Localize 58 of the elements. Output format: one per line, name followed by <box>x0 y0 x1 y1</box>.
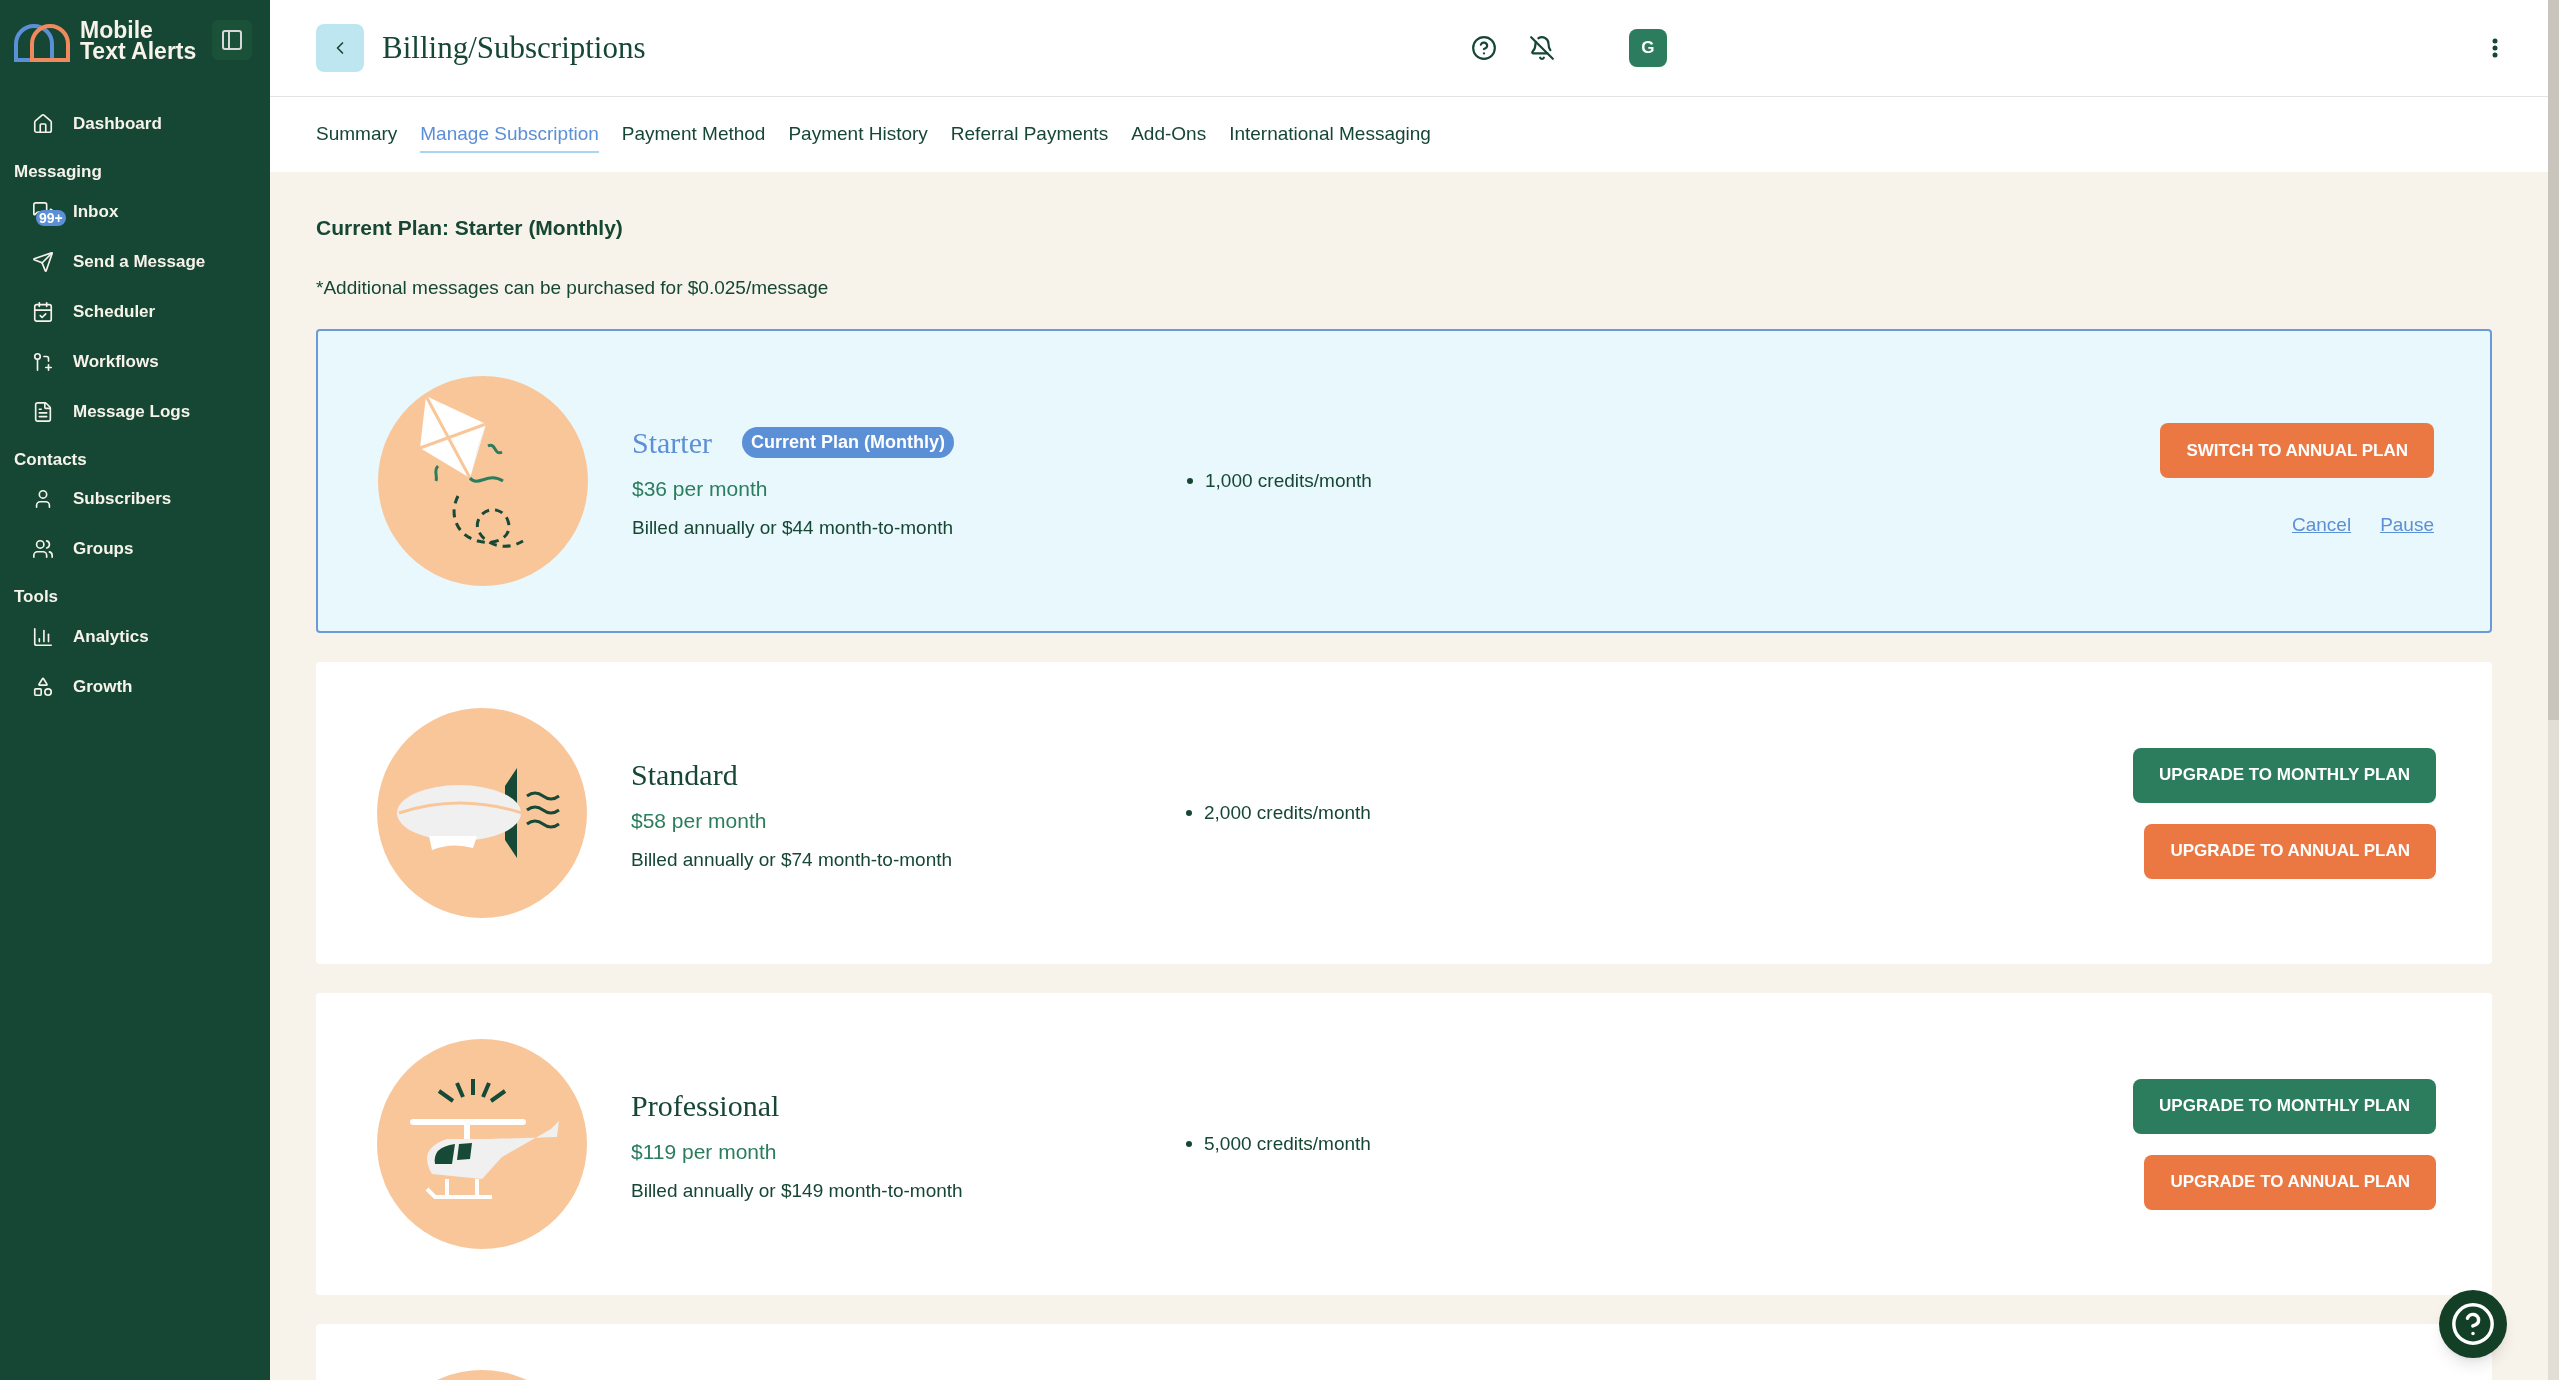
tab[interactable]: Add-Ons <box>1131 116 1207 153</box>
tab[interactable]: International Messaging <box>1229 116 1431 153</box>
sidebar-panel-icon <box>220 28 244 52</box>
plan-name: Starter <box>632 424 712 461</box>
sidebar-item[interactable]: 99+ Inbox <box>0 186 270 237</box>
sidebar-item[interactable]: Dashboard <box>0 99 270 149</box>
notifications-muted-button[interactable] <box>1528 35 1555 61</box>
shapes-icon <box>32 675 54 698</box>
sidebar-item[interactable]: Groups <box>0 524 270 574</box>
sidebar-item[interactable]: Subscribers <box>0 474 270 524</box>
tab[interactable]: Payment History <box>788 116 928 153</box>
section-heading: Messaging <box>13 161 103 183</box>
sidebar-item[interactable]: Send a Message <box>0 236 270 287</box>
more-icon <box>2492 38 2498 58</box>
calendar-icon <box>32 300 54 323</box>
plan-feature: 5,000 credits/month <box>1186 1129 2134 1159</box>
home-icon <box>32 113 54 135</box>
billing-note: Billed annually or $149 month-to-month <box>631 1179 964 1203</box>
workflow-icon <box>32 350 54 373</box>
section-heading: Tools <box>13 586 60 608</box>
send-icon <box>32 250 54 273</box>
current-plan-heading: Current Plan: Starter (Monthly) <box>316 215 624 241</box>
current-plan-badge: Current Plan (Monthly) <box>741 426 954 458</box>
plan-price: $119 per month <box>631 1138 778 1165</box>
sidebar-item[interactable]: Scheduler <box>0 286 270 337</box>
unread-badge: 99+ <box>36 209 66 226</box>
plan-price: $36 per month <box>632 475 769 502</box>
sidebar-item[interactable]: Workflows <box>0 336 270 387</box>
tab[interactable]: Referral Payments <box>950 116 1109 153</box>
user-avatar[interactable]: G <box>1628 29 1667 67</box>
upgrade-monthly-button[interactable]: UPGRADE TO MONTHLY PLAN <box>2133 1078 2436 1134</box>
upgrade-monthly-button[interactable]: UPGRADE TO MONTHLY PLAN <box>2133 747 2436 803</box>
plan-name: Professional <box>631 1087 780 1124</box>
sidebar-item[interactable]: Message Logs <box>0 386 270 437</box>
document-icon <box>32 400 54 423</box>
help-icon <box>1470 35 1497 61</box>
tab[interactable]: Summary <box>316 116 398 153</box>
people-icon <box>32 538 54 560</box>
tab[interactable]: Payment Method <box>621 116 766 153</box>
collapse-sidebar-button[interactable] <box>212 20 252 60</box>
plan-feature: 1,000 credits/month <box>1187 466 2161 496</box>
sidebar-item[interactable]: Analytics <box>0 611 270 662</box>
help-chat-button[interactable] <box>2439 1290 2507 1358</box>
billing-note: Billed annually or $44 month-to-month <box>632 516 955 540</box>
bell-off-icon <box>1528 35 1555 61</box>
sidebar-item[interactable]: Growth <box>0 661 270 712</box>
plan-feature: 2,000 credits/month <box>1186 798 2134 828</box>
help-icon <box>2450 1301 2496 1347</box>
logo-text: Mobile Text Alerts <box>80 20 197 62</box>
billing-note: Billed annually or $74 month-to-month <box>631 848 954 872</box>
additional-messages-note: *Additional messages can be purchased for $0.025/message <box>316 275 830 300</box>
plan-price: $58 per month <box>631 807 768 834</box>
help-button[interactable] <box>1470 35 1497 61</box>
section-heading: Contacts <box>13 448 88 471</box>
more-options-button[interactable] <box>2492 38 2498 58</box>
page-title: Billing/Subscriptions <box>382 28 646 67</box>
chart-icon <box>32 625 54 648</box>
plan-name: Standard <box>631 756 738 793</box>
